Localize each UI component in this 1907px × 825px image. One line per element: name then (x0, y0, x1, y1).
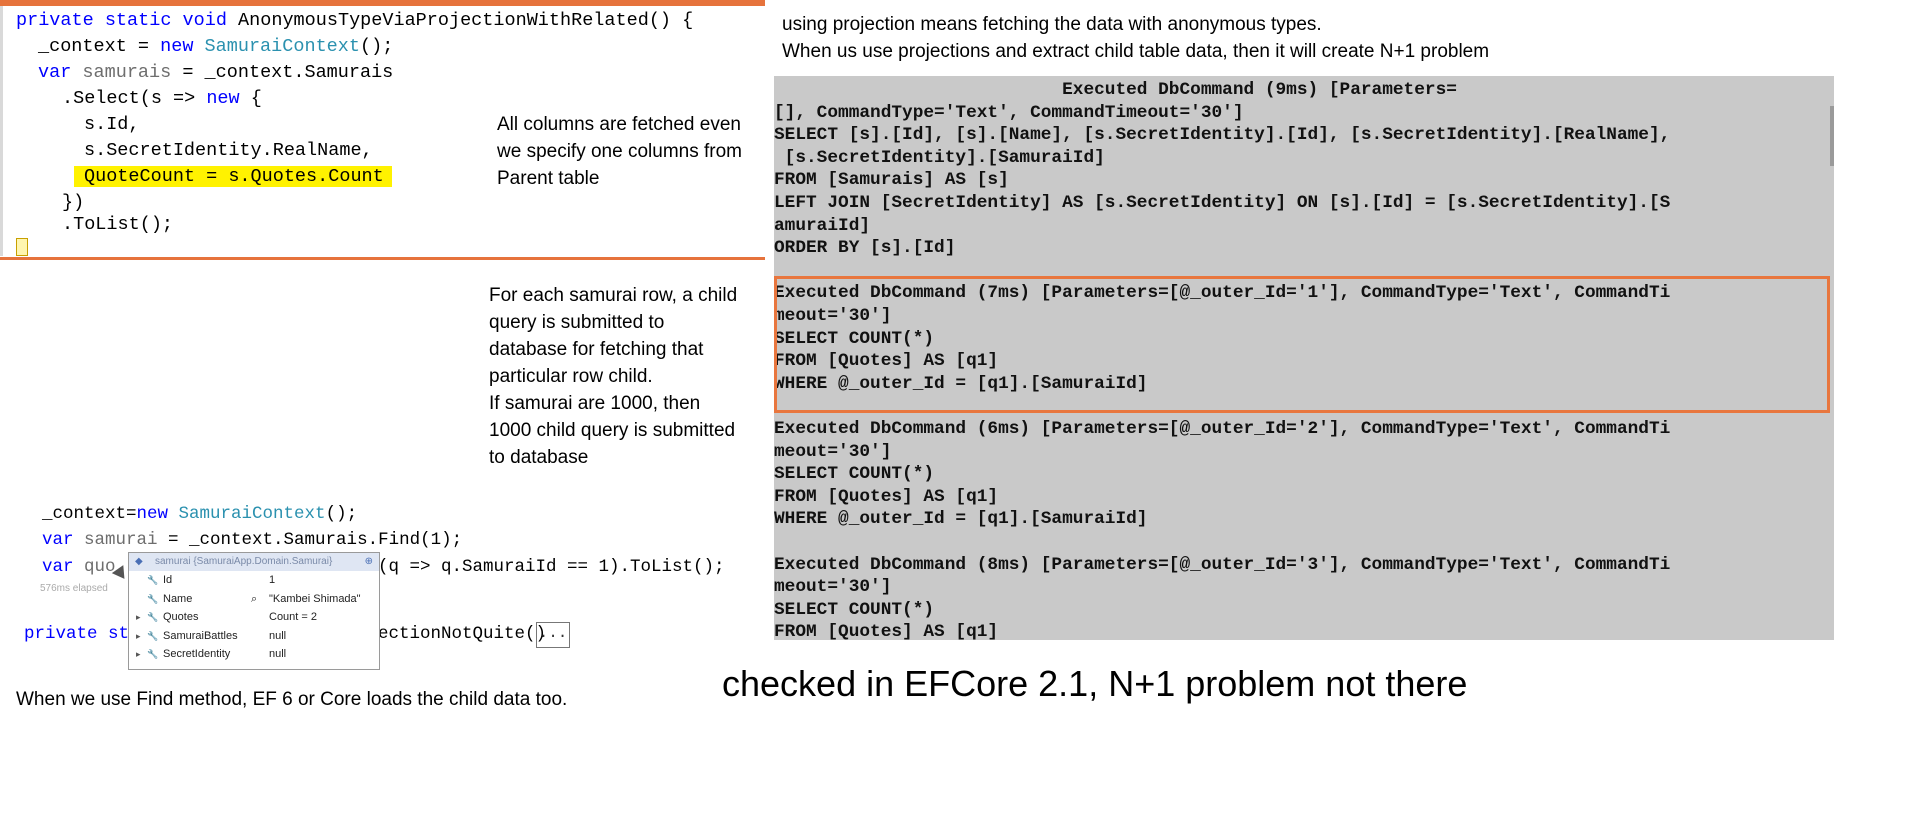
console-line: Executed DbCommand (8ms) [Parameters=[@_… (774, 554, 1671, 575)
panel-bottom-border (0, 257, 765, 260)
code-line-2: _context = new SamuraiContext(); (38, 36, 394, 57)
console-line: [], CommandType='Text', CommandTimeout='… (774, 102, 1244, 123)
snippet-line-4: private sta (24, 624, 140, 644)
property-wrench-icon: 🔧 (147, 649, 159, 659)
datatip-header: ◆ samurai {SamuraiApp.Domain.Samurai} ⊕ (129, 553, 379, 571)
console-line: FROM [Quotes] AS [q1] (774, 622, 999, 640)
sql-log-console: Executed DbCommand (9ms) [Parameters= [],… (774, 76, 1834, 640)
property-wrench-icon: 🔧 (147, 612, 159, 622)
property-wrench-icon: 🔧 (147, 575, 159, 585)
console-line: LEFT JOIN [SecretIdentity] AS [s.SecretI… (774, 193, 1671, 213)
code-line-9: .ToList(); (62, 214, 174, 235)
note-find-method: When we use Find method, EF 6 or Core lo… (16, 689, 568, 710)
editor-gutter (0, 6, 3, 256)
console-line: [s.SecretIdentity].[SamuraiId] (774, 147, 1105, 168)
caret-marker (16, 238, 28, 256)
datatip-property-name: SecretIdentity (163, 648, 231, 660)
console-line: Executed DbCommand (9ms) [Parameters= (774, 80, 1457, 100)
console-line: WHERE @_outer_Id = [q1].[SamuraiId] (774, 509, 1148, 530)
console-line: ORDER BY [s].[Id] (774, 238, 956, 259)
property-wrench-icon: 🔧 (147, 630, 159, 641)
expand-arrow-icon[interactable]: ▸ (136, 609, 141, 625)
note-all-columns: All columns are fetched even we specify … (497, 114, 742, 189)
datatip-property-name: Id (163, 574, 173, 586)
snippet-line-3: var quo (42, 557, 116, 577)
datatip-property-name: Name (163, 592, 193, 605)
property-wrench-icon: 🔧 (147, 593, 159, 604)
datatip-property-value: 1 (269, 574, 276, 586)
highlighted-child-query-box (774, 276, 1830, 413)
snippet-line-3-tail: (q => q.SamuraiId == 1).ToList(); (378, 557, 725, 577)
datatip-property-value: null (269, 648, 287, 660)
console-line: SELECT COUNT(*) (774, 464, 935, 485)
panel-top-border (0, 0, 765, 6)
console-line: FROM [Samurais] AS [s] (774, 170, 1009, 191)
code-line-7: QuoteCount = s.Quotes.Count (74, 164, 392, 190)
console-scrollbar[interactable] (1830, 106, 1834, 166)
expand-arrow-icon[interactable]: ▸ (136, 646, 141, 662)
datatip-property-name: Quotes (163, 611, 199, 623)
console-line: amuraiId] (774, 215, 871, 236)
datatip-property-value: Count = 2 (269, 611, 318, 623)
note-projection: using projection means fetching the data… (782, 14, 1490, 62)
code-panel-find: _context=new SamuraiContext(); var samur… (0, 500, 765, 670)
code-line-5: s.Id, (84, 114, 140, 135)
collapsed-region-button[interactable]: ... (536, 622, 570, 648)
datatip-property-value: "Kambei Shimada" (269, 592, 361, 605)
highlighted-quote-count: QuoteCount = s.Quotes.Count (74, 166, 392, 187)
datatip-property-value: null (269, 629, 287, 642)
console-line: Executed DbCommand (6ms) [Parameters=[@_… (774, 419, 1671, 439)
code-line-6: s.SecretIdentity.RealName, (84, 140, 373, 161)
expand-arrow-icon[interactable]: ▸ (136, 628, 141, 644)
note-child-query: For each samurai row, a child query is s… (489, 285, 738, 468)
snippet-line-1: _context=new SamuraiContext(); (42, 504, 358, 524)
console-line: SELECT [s].[Id], [s].[Name], [s.SecretId… (774, 125, 1671, 146)
elapsed-time: 576ms elapsed (40, 583, 108, 594)
note-efcore-check: checked in EFCore 2.1, N+1 problem not t… (722, 663, 1468, 704)
code-line-4: .Select(s => new { (62, 88, 262, 109)
console-line: SELECT COUNT(*) (774, 599, 935, 620)
text-visualizer-icon[interactable]: ⌕ (251, 591, 257, 607)
code-line-3: var samurais = _context.Samurais (38, 62, 394, 83)
pin-icon[interactable]: ⊕ (365, 553, 373, 571)
snippet-line-2: var samurai = _context.Samurais.Find(1); (42, 530, 463, 550)
object-icon: ◆ (135, 556, 143, 567)
console-line: FROM [Quotes] AS [q1] (774, 486, 999, 507)
code-line-1: private static void AnonymousTypeViaProj… (16, 10, 694, 31)
console-line: meout='30'] (774, 577, 892, 598)
datatip-property-name: SamuraiBattles (163, 629, 238, 642)
console-line: meout='30'] (774, 441, 892, 462)
debugger-datatip[interactable]: ◆ samurai {SamuraiApp.Domain.Samurai} ⊕ … (128, 552, 380, 670)
snippet-line-4-tail: ectionNotQuite() (378, 624, 547, 644)
